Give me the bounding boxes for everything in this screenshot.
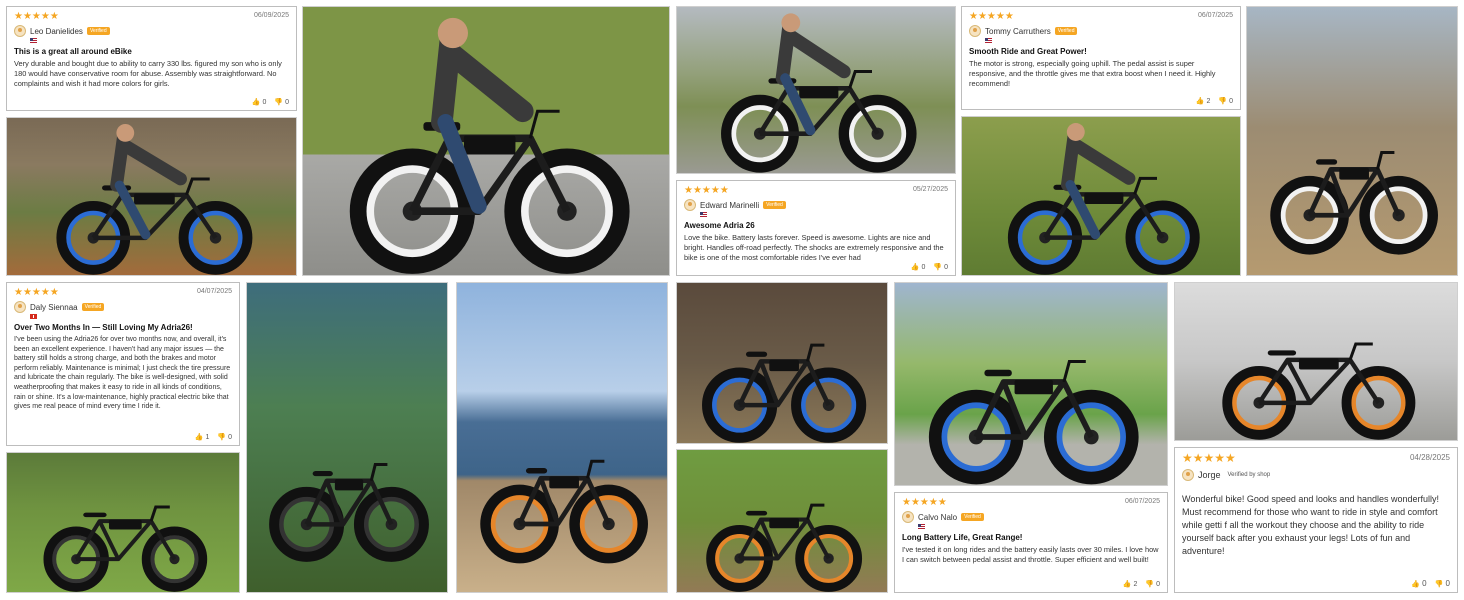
review-title: This is a great all around eBike (14, 47, 132, 56)
thumbs-down-icon: 👎 (1218, 98, 1228, 105)
us-flag-icon (30, 38, 37, 43)
us-flag-icon (700, 212, 707, 217)
reviewer-name: Edward Marinelli (700, 200, 760, 210)
review-date: 06/07/2025 (1124, 498, 1160, 505)
thumbs-down-icon: 👎 (217, 434, 227, 441)
unhelpful-count: 0 (1156, 581, 1160, 588)
verified-badge: Verified (1054, 27, 1078, 35)
reviewer-name: Daly Siennaa (30, 302, 78, 312)
star-rating: ★★★★★ (969, 11, 1014, 22)
unhelpful-count: 0 (1445, 579, 1450, 588)
helpful-count: 0 (921, 264, 926, 271)
helpful-count: 1 (205, 434, 210, 441)
unhelpful-count: 0 (944, 264, 948, 271)
customer-photo[interactable] (894, 282, 1168, 486)
unhelpful-button[interactable]: 👎 0 (1435, 579, 1450, 588)
review-date: 06/07/2025 (1197, 12, 1233, 19)
thumbs-down-icon: 👎 (1434, 581, 1444, 588)
review-title: Long Battery Life, Great Range! (902, 533, 1023, 542)
review-body: Wonderful bike! Good speed and looks and… (1182, 494, 1440, 556)
review-date: 04/07/2025 (196, 288, 232, 295)
star-rating: ★★★★★ (684, 185, 729, 196)
helpful-button[interactable]: 👍 0 (252, 98, 267, 106)
customer-photo[interactable] (302, 6, 670, 276)
thumbs-down-icon: 👎 (933, 264, 943, 271)
review-body: I've tested it on long rides and the bat… (902, 545, 1159, 564)
customer-photo[interactable] (1174, 282, 1458, 441)
customer-photo[interactable] (6, 117, 297, 276)
avatar (969, 25, 981, 37)
reviewer-name: Tommy Carruthers (985, 26, 1051, 36)
customer-photo[interactable] (676, 282, 888, 444)
review-title: Over Two Months In — Still Loving My Adr… (14, 323, 193, 332)
review-date: 04/28/2025 (1409, 453, 1450, 462)
verified-badge: Verified (86, 27, 110, 35)
verified-badge: Verified (81, 303, 105, 311)
helpful-button[interactable]: 👍 1 (195, 433, 210, 441)
thumbs-up-icon: 👍 (910, 264, 920, 271)
review-card: ★★★★★ 06/09/2025 Leo Danielides Verified… (6, 6, 297, 111)
review-date: 05/27/2025 (912, 186, 948, 193)
verified-badge: Verified by shop (1227, 472, 1271, 478)
thumbs-up-icon: 👍 (1195, 98, 1205, 105)
helpful-button[interactable]: 👍 0 (911, 263, 926, 271)
helpful-button[interactable]: 👍 2 (1196, 97, 1211, 105)
helpful-count: 0 (262, 99, 267, 106)
us-flag-icon (985, 38, 992, 43)
review-title: Smooth Ride and Great Power! (969, 47, 1087, 56)
unhelpful-count: 0 (285, 99, 289, 106)
avatar (902, 511, 914, 523)
review-body: Very durable and bought due to ability t… (14, 59, 282, 88)
avatar (14, 301, 26, 313)
unhelpful-count: 0 (1229, 98, 1233, 105)
thumbs-up-icon: 👍 (1411, 581, 1420, 588)
reviewer-name: Jorge (1198, 470, 1221, 480)
reviewer-name: Leo Danielides (30, 26, 83, 36)
helpful-count: 2 (1133, 581, 1138, 588)
unhelpful-button[interactable]: 👎 0 (274, 98, 289, 106)
customer-photo[interactable] (1246, 6, 1458, 276)
customer-photo[interactable] (676, 449, 888, 593)
customer-photo[interactable] (6, 452, 240, 593)
helpful-count: 2 (1206, 98, 1211, 105)
helpful-count: 0 (1422, 579, 1427, 588)
customer-photo[interactable] (246, 282, 448, 593)
review-card: ★★★★★ 05/27/2025 Edward Marinelli Verifi… (676, 180, 956, 276)
avatar (684, 199, 696, 211)
unhelpful-button[interactable]: 👎 0 (1145, 580, 1160, 588)
thumbs-up-icon: 👍 (1122, 581, 1132, 588)
avatar (1182, 469, 1194, 481)
avatar (14, 25, 26, 37)
thumbs-up-icon: 👍 (194, 434, 204, 441)
helpful-button[interactable]: 👍 0 (1411, 579, 1426, 588)
review-card: ★★★★★ 04/28/2025 Jorge Verified by shop … (1174, 447, 1458, 593)
thumbs-down-icon: 👎 (274, 99, 284, 106)
thumbs-up-icon: 👍 (251, 99, 261, 106)
review-card: ★★★★★ 06/07/2025 Calvo Nalo Verified Lon… (894, 492, 1168, 593)
review-body: I've been using the Adria26 for over two… (14, 336, 231, 411)
verified-badge: Verified (961, 513, 984, 521)
unhelpful-count: 0 (228, 434, 232, 441)
star-rating: ★★★★★ (902, 497, 947, 508)
review-body: The motor is strong, especially going up… (969, 59, 1216, 88)
verified-badge: Verified (763, 201, 786, 209)
review-date: 06/09/2025 (253, 12, 289, 19)
unhelpful-button[interactable]: 👎 0 (933, 263, 948, 271)
thumbs-down-icon: 👎 (1145, 581, 1155, 588)
reviewer-name: Calvo Nalo (918, 512, 958, 522)
review-card: ★★★★★ 04/07/2025 Daly Siennaa Verified O… (6, 282, 240, 446)
review-card: ★★★★★ 06/07/2025 Tommy Carruthers Verifi… (961, 6, 1241, 110)
customer-photo[interactable] (676, 6, 956, 174)
star-rating: ★★★★★ (14, 11, 59, 22)
helpful-button[interactable]: 👍 2 (1123, 580, 1138, 588)
review-title: Awesome Adria 26 (684, 221, 755, 230)
us-flag-icon (918, 524, 925, 529)
customer-photo[interactable] (961, 116, 1241, 276)
swiss-flag-icon (30, 314, 37, 319)
unhelpful-button[interactable]: 👎 0 (217, 433, 232, 441)
review-body: Love the bike. Battery lasts forever. Sp… (684, 233, 944, 262)
customer-photo[interactable] (456, 282, 668, 593)
unhelpful-button[interactable]: 👎 0 (1218, 97, 1233, 105)
